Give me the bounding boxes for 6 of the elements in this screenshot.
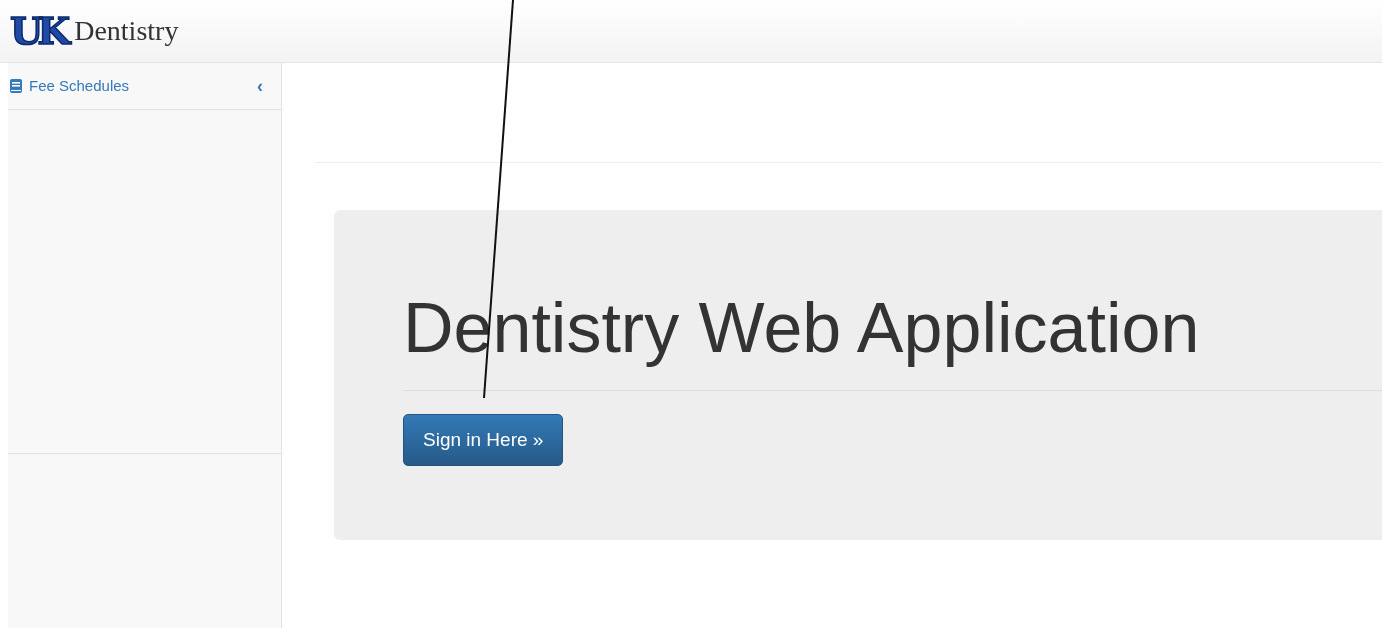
brand-title[interactable]: Dentistry <box>74 10 179 52</box>
logo-mark[interactable]: UK <box>10 12 65 50</box>
sign-in-button[interactable]: Sign in Here » <box>403 414 564 466</box>
sidebar-item-label: Fee Schedules <box>29 75 130 96</box>
book-icon <box>10 79 22 93</box>
collapse-chevron[interactable]: ‹ <box>257 77 263 95</box>
